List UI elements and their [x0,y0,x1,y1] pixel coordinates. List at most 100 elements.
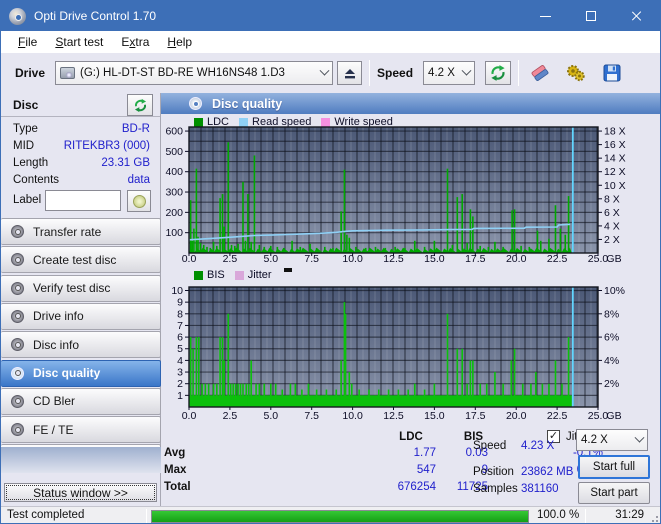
sidebar-item-label: Disc quality [33,366,101,380]
sidebar-item-label: FE / TE [33,422,74,437]
panel-title: Disc quality [212,96,283,111]
speed-select[interactable]: 4.2 X [423,61,476,85]
menu-item-extra[interactable]: Ex tra [112,31,158,53]
svg-text:6: 6 [177,332,183,344]
disc-icon [11,338,24,352]
menu-item-file[interactable]: File [9,31,46,53]
svg-text:12.5: 12.5 [383,410,404,422]
cd-icon [132,194,146,208]
test-speed-select[interactable]: 4.2 X [576,429,648,451]
disc-quality-icon [189,97,202,110]
elapsed-time: 31:29 [615,509,644,521]
legend-item-bis: BIS [194,269,225,281]
svg-text:300: 300 [165,187,183,199]
disc-info-row-length: Length 23.31 GB [1,157,160,174]
svg-text:8 X: 8 X [604,193,620,205]
position-stat-label: Position [473,466,514,478]
ldc-read-speed-chart: 100 200 300 400 500 600 2 X 4 X6 X 8 X10 X 12 X14… [165,126,625,265]
progress-bar-fill [152,510,528,522]
svg-text:7: 7 [177,320,183,332]
progress-percent: 100.0 % [537,509,580,521]
window-controls [522,1,660,31]
toolbar-separator [369,60,371,86]
sidebar-item-fe-te[interactable]: FE / TE [1,416,161,444]
sidebar-item-label: Drive info [33,309,84,324]
status-bar: Test completed 100.0 % 31:29 [1,506,660,523]
refresh-arrows-icon [134,98,146,112]
speed-label: Speed [377,66,414,80]
drive-select[interactable]: (G:) HL-DT-ST BD-RE WH16NS48 1.D3 [55,61,334,85]
disc-icon [11,253,24,267]
menu-bar: File Start test Ex tra Help [1,31,660,53]
menu-item-start-test[interactable]: Start test [46,31,112,53]
disc-refresh-button[interactable] [127,94,153,116]
sidebar-item-drive-info[interactable]: Drive info [1,302,161,330]
write-label-button[interactable] [127,190,151,212]
sidebar-item-label: Verify test disc [33,281,111,296]
disc-label-input[interactable] [45,190,121,211]
status-window-button[interactable]: Status window >> [4,483,157,502]
svg-text:9: 9 [177,297,183,309]
svg-text:2.5: 2.5 [223,253,238,265]
max-ldc-value: 547 [416,464,436,476]
svg-text:10.0: 10.0 [342,253,363,265]
info-value: data [127,174,150,186]
eject-button[interactable] [337,61,363,85]
menu-item-help[interactable]: Help [158,31,201,53]
app-window: Opti Drive Control 1.70 File Start test Ex… [0,0,661,524]
sidebar-item-transfer-rate[interactable]: Transfer rate [1,218,161,245]
svg-text:2 X: 2 X [604,234,620,246]
sidebar-item-create-test-disc[interactable]: Create test disc [1,246,161,274]
svg-text:8%: 8% [604,308,619,320]
total-row-label: Total [164,481,191,493]
drive-icon [60,67,76,79]
disc-section-header: Disc [1,93,160,117]
sidebar-item-label: Disc info [33,337,80,352]
drive-select-value: (G:) HL-DT-ST BD-RE WH16NS48 1.D3 [80,67,285,79]
test-speed-value: 4.2 X [581,434,608,446]
chevron-down-icon [634,432,645,443]
legend-swatch [194,270,203,280]
sidebar-item-verify-test-disc[interactable]: Verify test disc [1,274,161,302]
resize-grip[interactable] [647,511,659,523]
sidebar-item-label: Transfer rate [33,224,102,239]
info-value: 23.31 GB [101,157,150,169]
disc-icon [11,366,24,380]
erase-disc-button[interactable] [526,59,554,87]
speed-stat-label: Speed [473,440,507,452]
sidebar-item-cd-bler[interactable]: CD Bler [1,387,161,415]
legend-label: BIS [207,269,225,281]
disc-label-row: Label [1,190,160,214]
info-label: MID [13,140,35,152]
disc-section-title: Disc [13,98,39,112]
dual-gears-icon [567,65,585,82]
eraser-icon [531,65,549,81]
max-row-label: Max [164,464,187,476]
chart2-legend: BIS Jitter [194,268,292,281]
disc-info-row-contents: Contents data [1,174,160,191]
start-part-button[interactable]: Start part [578,482,650,504]
samples-stat-label: Samples [473,483,518,495]
avg-row-label: Avg [164,447,186,459]
info-label: Contents [13,174,60,186]
svg-text:0.0: 0.0 [182,253,197,265]
refresh-button[interactable] [485,61,512,85]
sidebar-item-disc-quality[interactable]: Disc quality [1,359,161,387]
svg-text:6 X: 6 X [604,207,620,219]
svg-text:5: 5 [177,343,183,355]
sidebar-divider-band [1,447,161,473]
total-ldc-value: 676254 [397,481,436,493]
panel-header: Disc quality [161,93,660,114]
save-button[interactable] [598,59,626,87]
disc-quality-panel: Disc quality LDC Read speed Write speed 10… [161,93,660,506]
start-full-button[interactable]: Start full [578,455,650,479]
avg-ldc-value: 1.77 [413,447,436,459]
maximize-button[interactable] [568,1,614,31]
svg-text:200: 200 [165,207,183,219]
legend-swatch [234,270,244,280]
advanced-tools-button[interactable] [562,59,590,87]
disc-label-caption: Label [13,194,42,206]
close-button[interactable] [614,1,660,31]
minimize-button[interactable] [522,1,568,31]
sidebar-item-disc-info[interactable]: Disc info [1,331,161,359]
